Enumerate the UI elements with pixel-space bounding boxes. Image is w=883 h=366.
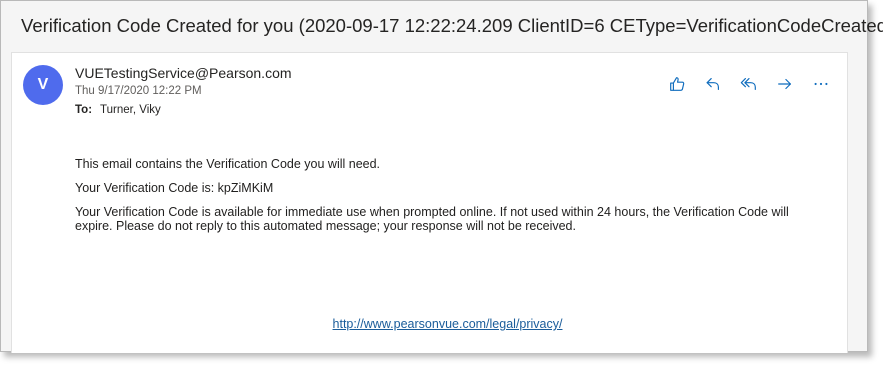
like-button[interactable] <box>665 72 689 96</box>
sender-avatar[interactable]: V <box>23 65 63 105</box>
reply-button[interactable] <box>701 72 725 96</box>
message-card: V VUETestingService@Pearson.com Thu 9/17… <box>11 52 848 353</box>
more-actions-button[interactable] <box>809 72 833 96</box>
reply-all-icon <box>740 78 756 90</box>
like-icon <box>670 77 685 91</box>
message-body: This email contains the Verification Cod… <box>75 157 825 243</box>
email-subject: Verification Code Created for you (2020-… <box>21 15 883 36</box>
recipient-line: To: Turner, Viky <box>75 104 161 116</box>
sender-address[interactable]: VUETestingService@Pearson.com <box>75 65 292 81</box>
email-window: Verification Code Created for you (2020-… <box>0 0 883 353</box>
more-icon <box>814 82 828 86</box>
message-actions <box>665 72 833 96</box>
privacy-link-container: http://www.pearsonvue.com/legal/privacy/ <box>12 317 883 331</box>
recipient-name[interactable]: Turner, Viky <box>100 104 161 116</box>
verification-code-line: Your Verification Code is: kpZiMKiM <box>75 181 274 195</box>
message-date: Thu 9/17/2020 12:22 PM <box>75 85 202 97</box>
forward-button[interactable] <box>773 72 797 96</box>
reply-all-button[interactable] <box>737 72 761 96</box>
forward-icon <box>778 78 791 90</box>
to-label: To: <box>75 104 93 116</box>
reply-icon <box>706 78 719 90</box>
body-notice: Your Verification Code is available for … <box>75 205 789 233</box>
body-intro: This email contains the Verification Cod… <box>75 157 381 171</box>
privacy-link[interactable]: http://www.pearsonvue.com/legal/privacy/ <box>333 317 563 331</box>
